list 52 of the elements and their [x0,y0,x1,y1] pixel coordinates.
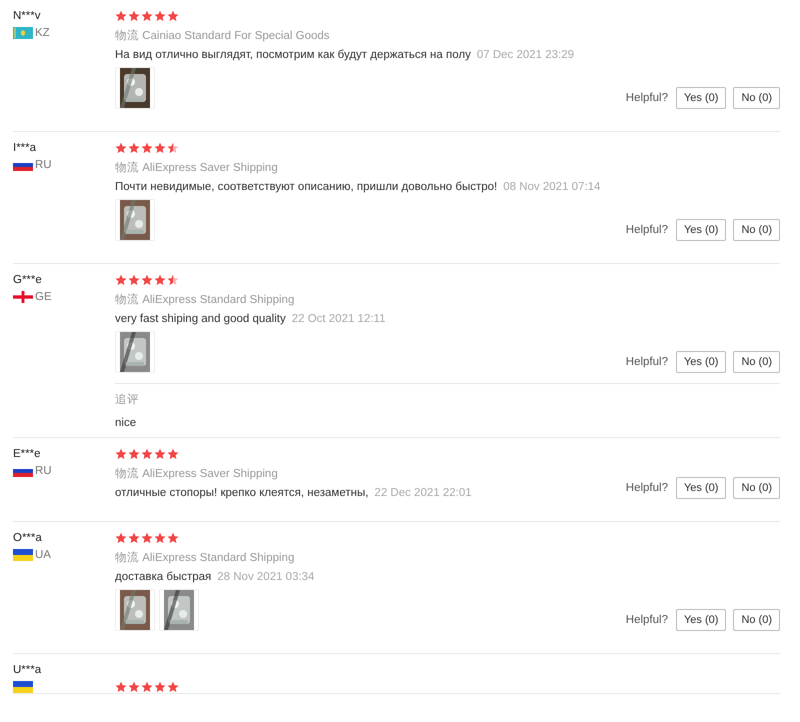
shipping-method: Cainiao Standard For Special Goods [142,30,330,42]
logistics-label: 物流 [115,294,139,306]
yes-button[interactable]: Yes (0) [676,609,726,631]
logistics-label: 物流 [115,30,139,42]
flag-icon [13,27,33,39]
country-code: RU [35,159,52,171]
yes-button[interactable]: Yes (0) [676,219,726,241]
review-text: На вид отлично выглядят, посмотрим как будут держаться на полу [115,49,471,61]
reviewer-name: G***e [13,274,43,286]
review-date: 08 Nov 2021 07:14 [503,181,600,193]
helpful-label: Helpful? [626,92,668,104]
followup-label: 追评 [115,392,140,407]
reviewer-name: I***a [13,142,38,154]
helpful-label: Helpful? [626,356,668,368]
logistics-label: 物流 [115,468,139,480]
reviewer-name: E***e [13,448,42,460]
reviewer-name: O***a [13,532,43,544]
no-button[interactable]: No (0) [733,477,780,499]
no-button[interactable]: No (0) [733,351,780,373]
no-button[interactable]: No (0) [733,609,780,631]
logistics-label: 物流 [115,552,139,564]
yes-button[interactable]: Yes (0) [676,87,726,109]
helpful-label: Helpful? [626,614,668,626]
country-code: RU [35,465,52,477]
shipping-method: AliExpress Saver Shipping [142,468,278,480]
yes-button[interactable]: Yes (0) [676,477,726,499]
review-date: 22 Oct 2021 12:11 [292,313,386,325]
review-text: very fast shiping and good quality [115,313,286,325]
review-date: 07 Dec 2021 23:29 [476,49,574,61]
logistics-label: 物流 [115,162,139,174]
country-code: GE [35,291,52,303]
country-code: KZ [35,27,50,39]
review-text: доставка быстрая [115,571,212,583]
country-code: UA [35,549,51,561]
flag-icon [13,681,33,693]
review-date: 28 Nov 2021 03:34 [217,571,314,583]
reviewer-name: U***a [13,664,42,676]
flag-icon [13,549,33,561]
review-date: 22 Dec 2021 22:01 [374,487,472,499]
no-button[interactable]: No (0) [733,219,780,241]
no-button[interactable]: No (0) [733,87,780,109]
flag-icon [13,291,33,303]
yes-button[interactable]: Yes (0) [676,351,726,373]
helpful-label: Helpful? [626,482,668,494]
review-text: Почти невидимые, соответствуют описанию, пришли довольно быстро! [115,181,498,193]
shipping-method: AliExpress Standard Shipping [142,552,294,564]
shipping-method: AliExpress Saver Shipping [142,162,278,174]
shipping-method: AliExpress Standard Shipping [142,294,294,306]
review-text: отличные стопоры! крепко клеятся, незаметны, [115,487,368,499]
helpful-label: Helpful? [626,224,668,236]
reviewer-name: N***v [13,10,42,22]
followup-text: nice [115,417,138,429]
